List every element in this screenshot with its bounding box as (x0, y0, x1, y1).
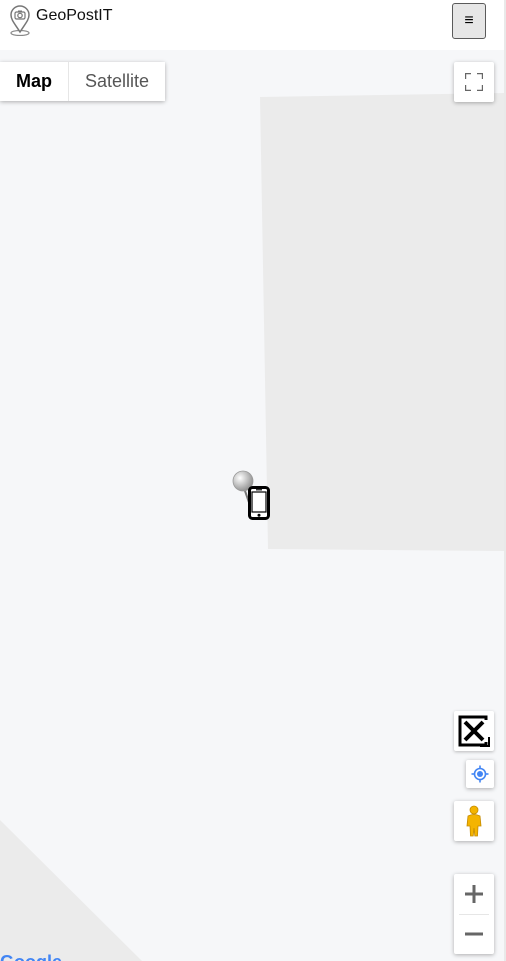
hamburger-menu-icon: ≡ (464, 12, 474, 29)
zoom-control (454, 874, 494, 954)
fullscreen-icon (465, 73, 483, 91)
map-type-satellite-button[interactable]: Satellite (68, 62, 166, 101)
mobile-phone-icon[interactable] (248, 486, 270, 520)
close-box-icon (458, 715, 490, 747)
map-area-shape (260, 93, 504, 551)
map-type-control: Map Satellite (0, 62, 166, 101)
street-view-button[interactable] (454, 801, 494, 841)
map-canvas[interactable]: Map Satellite (0, 50, 504, 961)
app-title: GeoPostIT (36, 7, 113, 24)
my-location-button[interactable] (466, 760, 494, 788)
camera-pin-icon (8, 4, 32, 37)
map-type-map-button[interactable]: Map (0, 62, 68, 101)
street-view-pegman-icon (466, 805, 482, 837)
minus-icon (465, 932, 483, 936)
zoom-in-button[interactable] (454, 874, 494, 914)
zoom-out-button[interactable] (454, 914, 494, 954)
brand[interactable]: GeoPostIT (8, 4, 113, 37)
app-header: GeoPostIT ≡ (0, 0, 506, 50)
close-overlay-button[interactable] (454, 711, 494, 751)
my-location-icon (471, 765, 489, 783)
menu-button[interactable]: ≡ (452, 3, 486, 39)
fullscreen-button[interactable] (454, 62, 494, 102)
plus-icon (465, 884, 483, 903)
map-area-shape-corner (0, 820, 142, 961)
google-attribution-logo[interactable]: Google (0, 951, 62, 961)
